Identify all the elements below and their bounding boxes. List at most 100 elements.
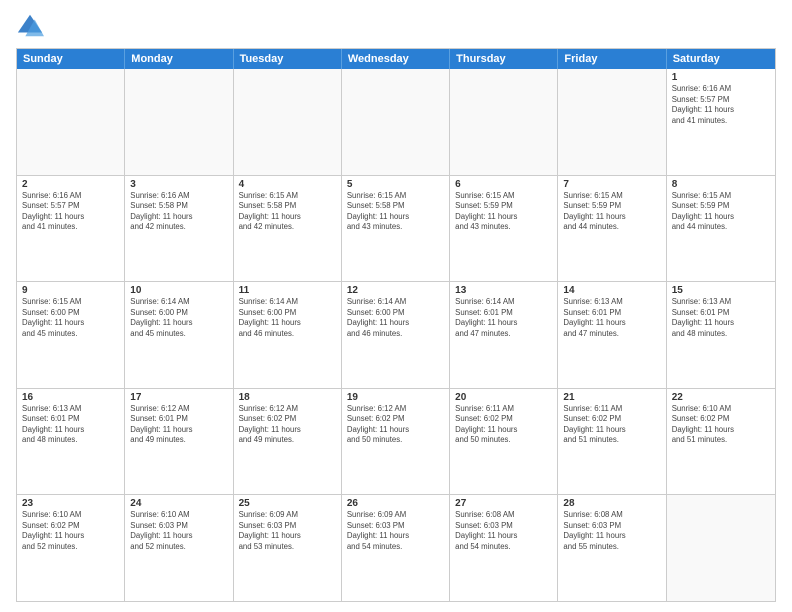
header-day-wednesday: Wednesday xyxy=(342,49,450,69)
day-number: 14 xyxy=(563,285,660,296)
day-number: 26 xyxy=(347,498,444,509)
calendar-day-25: 25Sunrise: 6:09 AM Sunset: 6:03 PM Dayli… xyxy=(234,495,342,601)
calendar-day-2: 2Sunrise: 6:16 AM Sunset: 5:57 PM Daylig… xyxy=(17,176,125,282)
header-day-sunday: Sunday xyxy=(17,49,125,69)
calendar-day-14: 14Sunrise: 6:13 AM Sunset: 6:01 PM Dayli… xyxy=(558,282,666,388)
day-info: Sunrise: 6:16 AM Sunset: 5:57 PM Dayligh… xyxy=(22,191,119,233)
calendar-day-24: 24Sunrise: 6:10 AM Sunset: 6:03 PM Dayli… xyxy=(125,495,233,601)
day-number: 19 xyxy=(347,392,444,403)
day-number: 27 xyxy=(455,498,552,509)
calendar-day-13: 13Sunrise: 6:14 AM Sunset: 6:01 PM Dayli… xyxy=(450,282,558,388)
calendar-day-7: 7Sunrise: 6:15 AM Sunset: 5:59 PM Daylig… xyxy=(558,176,666,282)
day-info: Sunrise: 6:09 AM Sunset: 6:03 PM Dayligh… xyxy=(239,510,336,552)
calendar-day-20: 20Sunrise: 6:11 AM Sunset: 6:02 PM Dayli… xyxy=(450,389,558,495)
calendar-day-8: 8Sunrise: 6:15 AM Sunset: 5:59 PM Daylig… xyxy=(667,176,775,282)
day-number: 3 xyxy=(130,179,227,190)
day-number: 18 xyxy=(239,392,336,403)
calendar-day-26: 26Sunrise: 6:09 AM Sunset: 6:03 PM Dayli… xyxy=(342,495,450,601)
day-number: 2 xyxy=(22,179,119,190)
day-info: Sunrise: 6:08 AM Sunset: 6:03 PM Dayligh… xyxy=(563,510,660,552)
day-number: 8 xyxy=(672,179,770,190)
calendar-day-3: 3Sunrise: 6:16 AM Sunset: 5:58 PM Daylig… xyxy=(125,176,233,282)
calendar-day-12: 12Sunrise: 6:14 AM Sunset: 6:00 PM Dayli… xyxy=(342,282,450,388)
day-info: Sunrise: 6:10 AM Sunset: 6:03 PM Dayligh… xyxy=(130,510,227,552)
calendar-day-empty-0-2 xyxy=(234,69,342,175)
calendar-week-5: 23Sunrise: 6:10 AM Sunset: 6:02 PM Dayli… xyxy=(17,495,775,601)
day-info: Sunrise: 6:16 AM Sunset: 5:58 PM Dayligh… xyxy=(130,191,227,233)
day-info: Sunrise: 6:15 AM Sunset: 5:59 PM Dayligh… xyxy=(672,191,770,233)
day-number: 6 xyxy=(455,179,552,190)
day-info: Sunrise: 6:12 AM Sunset: 6:02 PM Dayligh… xyxy=(239,404,336,446)
calendar-week-3: 9Sunrise: 6:15 AM Sunset: 6:00 PM Daylig… xyxy=(17,282,775,389)
day-number: 20 xyxy=(455,392,552,403)
day-number: 10 xyxy=(130,285,227,296)
day-number: 22 xyxy=(672,392,770,403)
day-info: Sunrise: 6:15 AM Sunset: 5:58 PM Dayligh… xyxy=(239,191,336,233)
calendar-day-17: 17Sunrise: 6:12 AM Sunset: 6:01 PM Dayli… xyxy=(125,389,233,495)
day-info: Sunrise: 6:14 AM Sunset: 6:01 PM Dayligh… xyxy=(455,297,552,339)
calendar-day-18: 18Sunrise: 6:12 AM Sunset: 6:02 PM Dayli… xyxy=(234,389,342,495)
calendar-day-empty-0-4 xyxy=(450,69,558,175)
header-day-tuesday: Tuesday xyxy=(234,49,342,69)
day-info: Sunrise: 6:13 AM Sunset: 6:01 PM Dayligh… xyxy=(22,404,119,446)
day-number: 24 xyxy=(130,498,227,509)
day-info: Sunrise: 6:13 AM Sunset: 6:01 PM Dayligh… xyxy=(672,297,770,339)
day-info: Sunrise: 6:14 AM Sunset: 6:00 PM Dayligh… xyxy=(239,297,336,339)
day-info: Sunrise: 6:11 AM Sunset: 6:02 PM Dayligh… xyxy=(563,404,660,446)
calendar-day-22: 22Sunrise: 6:10 AM Sunset: 6:02 PM Dayli… xyxy=(667,389,775,495)
header-day-friday: Friday xyxy=(558,49,666,69)
day-info: Sunrise: 6:13 AM Sunset: 6:01 PM Dayligh… xyxy=(563,297,660,339)
calendar-day-11: 11Sunrise: 6:14 AM Sunset: 6:00 PM Dayli… xyxy=(234,282,342,388)
calendar-day-10: 10Sunrise: 6:14 AM Sunset: 6:00 PM Dayli… xyxy=(125,282,233,388)
day-info: Sunrise: 6:15 AM Sunset: 5:59 PM Dayligh… xyxy=(455,191,552,233)
calendar-day-4: 4Sunrise: 6:15 AM Sunset: 5:58 PM Daylig… xyxy=(234,176,342,282)
day-number: 7 xyxy=(563,179,660,190)
calendar-day-empty-0-3 xyxy=(342,69,450,175)
day-number: 16 xyxy=(22,392,119,403)
calendar-day-28: 28Sunrise: 6:08 AM Sunset: 6:03 PM Dayli… xyxy=(558,495,666,601)
day-number: 11 xyxy=(239,285,336,296)
day-info: Sunrise: 6:11 AM Sunset: 6:02 PM Dayligh… xyxy=(455,404,552,446)
day-number: 12 xyxy=(347,285,444,296)
calendar-week-2: 2Sunrise: 6:16 AM Sunset: 5:57 PM Daylig… xyxy=(17,176,775,283)
day-number: 25 xyxy=(239,498,336,509)
day-number: 1 xyxy=(672,72,770,83)
day-number: 5 xyxy=(347,179,444,190)
day-number: 17 xyxy=(130,392,227,403)
day-info: Sunrise: 6:14 AM Sunset: 6:00 PM Dayligh… xyxy=(130,297,227,339)
calendar-day-23: 23Sunrise: 6:10 AM Sunset: 6:02 PM Dayli… xyxy=(17,495,125,601)
header-day-thursday: Thursday xyxy=(450,49,558,69)
logo-icon xyxy=(16,12,44,40)
day-number: 23 xyxy=(22,498,119,509)
day-number: 21 xyxy=(563,392,660,403)
logo xyxy=(16,12,48,40)
calendar-body: 1Sunrise: 6:16 AM Sunset: 5:57 PM Daylig… xyxy=(17,69,775,601)
day-info: Sunrise: 6:15 AM Sunset: 5:58 PM Dayligh… xyxy=(347,191,444,233)
day-number: 28 xyxy=(563,498,660,509)
calendar-day-1: 1Sunrise: 6:16 AM Sunset: 5:57 PM Daylig… xyxy=(667,69,775,175)
calendar-week-1: 1Sunrise: 6:16 AM Sunset: 5:57 PM Daylig… xyxy=(17,69,775,176)
calendar-day-9: 9Sunrise: 6:15 AM Sunset: 6:00 PM Daylig… xyxy=(17,282,125,388)
day-number: 13 xyxy=(455,285,552,296)
calendar-day-5: 5Sunrise: 6:15 AM Sunset: 5:58 PM Daylig… xyxy=(342,176,450,282)
calendar-day-empty-0-1 xyxy=(125,69,233,175)
page-header xyxy=(16,12,776,40)
day-info: Sunrise: 6:12 AM Sunset: 6:01 PM Dayligh… xyxy=(130,404,227,446)
day-info: Sunrise: 6:15 AM Sunset: 5:59 PM Dayligh… xyxy=(563,191,660,233)
calendar-week-4: 16Sunrise: 6:13 AM Sunset: 6:01 PM Dayli… xyxy=(17,389,775,496)
calendar-day-16: 16Sunrise: 6:13 AM Sunset: 6:01 PM Dayli… xyxy=(17,389,125,495)
calendar-day-empty-0-0 xyxy=(17,69,125,175)
header-day-saturday: Saturday xyxy=(667,49,775,69)
day-info: Sunrise: 6:14 AM Sunset: 6:00 PM Dayligh… xyxy=(347,297,444,339)
day-number: 4 xyxy=(239,179,336,190)
day-info: Sunrise: 6:15 AM Sunset: 6:00 PM Dayligh… xyxy=(22,297,119,339)
calendar-header: SundayMondayTuesdayWednesdayThursdayFrid… xyxy=(17,49,775,69)
day-info: Sunrise: 6:12 AM Sunset: 6:02 PM Dayligh… xyxy=(347,404,444,446)
day-number: 9 xyxy=(22,285,119,296)
day-info: Sunrise: 6:10 AM Sunset: 6:02 PM Dayligh… xyxy=(672,404,770,446)
calendar-day-19: 19Sunrise: 6:12 AM Sunset: 6:02 PM Dayli… xyxy=(342,389,450,495)
calendar-day-27: 27Sunrise: 6:08 AM Sunset: 6:03 PM Dayli… xyxy=(450,495,558,601)
calendar: SundayMondayTuesdayWednesdayThursdayFrid… xyxy=(16,48,776,602)
calendar-day-6: 6Sunrise: 6:15 AM Sunset: 5:59 PM Daylig… xyxy=(450,176,558,282)
day-info: Sunrise: 6:16 AM Sunset: 5:57 PM Dayligh… xyxy=(672,84,770,126)
